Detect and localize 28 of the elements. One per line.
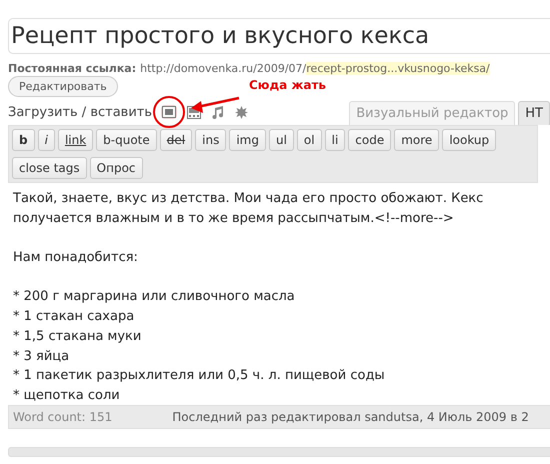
quicktag-button[interactable]: del xyxy=(160,129,192,151)
quicktag-button[interactable]: Опрос xyxy=(90,157,143,179)
title-field[interactable]: Рецепт простого и вкусного кекса xyxy=(8,18,550,54)
upload-label: Загрузить / вставить xyxy=(8,104,152,120)
quicktag-button[interactable]: li xyxy=(324,129,346,151)
edit-button[interactable]: Редактировать xyxy=(8,76,118,97)
music-note-icon[interactable] xyxy=(212,106,224,118)
quicktag-button[interactable]: more xyxy=(394,129,440,151)
annotation-arrow xyxy=(191,96,240,113)
quicktag-button[interactable]: i xyxy=(38,129,55,151)
quicktag-button[interactable]: img xyxy=(229,129,266,151)
permalink-label: Постоянная ссылка: xyxy=(8,62,136,75)
image-icon[interactable] xyxy=(162,106,176,118)
quicktag-button[interactable]: b xyxy=(12,129,35,151)
quicktag-button[interactable]: link xyxy=(58,129,94,151)
quicktag-button[interactable]: ins xyxy=(195,129,226,151)
annotation-text: Сюда жать xyxy=(249,78,326,92)
quicktag-button[interactable]: b-quote xyxy=(96,129,157,151)
word-count: Word count: 151 xyxy=(13,410,112,424)
quicktag-button[interactable]: ol xyxy=(296,129,322,151)
editor-tab[interactable]: HT xyxy=(518,101,550,125)
quicktag-button[interactable]: close tags xyxy=(12,157,87,179)
quicktag-button[interactable]: lookup xyxy=(442,129,496,151)
quicktag-button[interactable]: code xyxy=(348,129,392,151)
star-icon[interactable] xyxy=(235,106,248,118)
highlight-circle xyxy=(153,96,186,128)
last-edited-text: Последний раз редактировал sandutsa, 4 Июль 2009 в 2 xyxy=(172,410,529,424)
quicktag-button[interactable]: ul xyxy=(268,129,294,151)
